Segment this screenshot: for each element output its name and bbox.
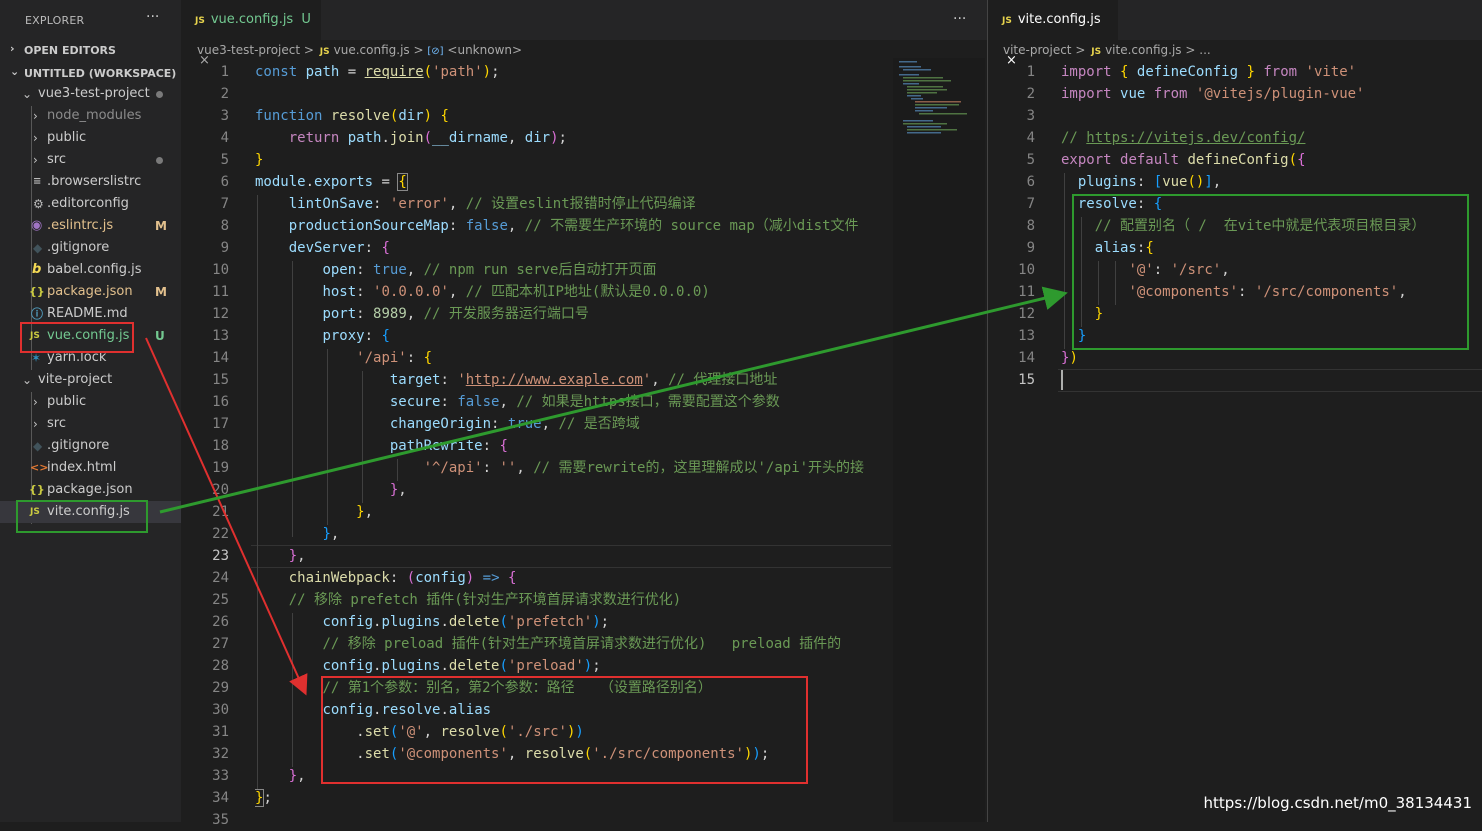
annotation-arrows bbox=[145, 286, 1068, 696]
red-arrow bbox=[145, 337, 308, 696]
green-arrow bbox=[159, 286, 1068, 514]
watermark: https://blog.csdn.net/m0_38134431 bbox=[1203, 794, 1472, 812]
